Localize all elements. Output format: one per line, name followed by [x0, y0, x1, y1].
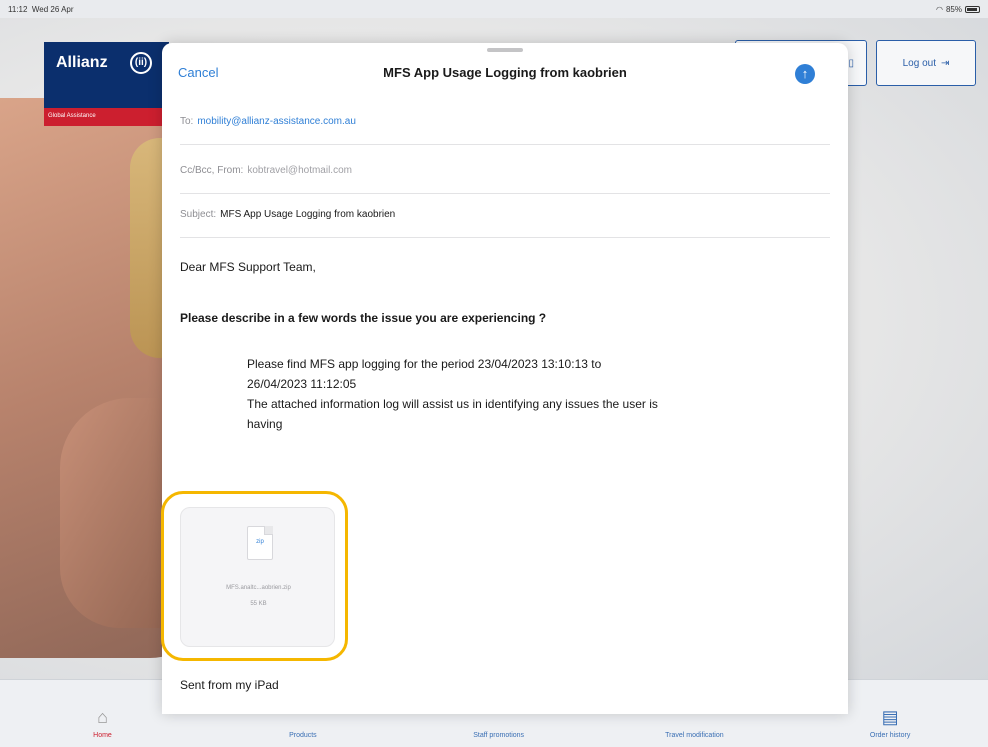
- email-signature[interactable]: Sent from my iPad: [180, 678, 279, 692]
- paragraph-line-1: Please find MFS app logging for the peri…: [247, 357, 602, 371]
- tab-staff-promotions-label: Staff promotions: [473, 732, 525, 739]
- tab-order-history-label: Order history: [869, 732, 911, 739]
- status-date: Wed 26 Apr: [31, 4, 74, 14]
- status-right: ◠ 85%: [936, 5, 980, 14]
- body-greeting[interactable]: Dear MFS Support Team,: [180, 260, 316, 274]
- allianz-logo: Allianz (ii) Global Assistance: [44, 42, 169, 126]
- cc-from-label: Cc/Bcc, From:: [180, 165, 244, 176]
- tab-travel-modification-label: Travel modification: [665, 732, 724, 739]
- home-icon: ⌂: [97, 707, 108, 727]
- status-time: 11:12: [8, 4, 28, 14]
- subject-field[interactable]: Subject: MFS App Usage Logging from kaob…: [180, 192, 830, 238]
- tab-home-label: Home: [93, 732, 112, 739]
- paragraph-line-2: 26/04/2023 11:12:05: [247, 377, 357, 391]
- logo-emblem-icon: (ii): [130, 52, 152, 74]
- wifi-icon: ◠: [936, 4, 943, 14]
- subject-label: Subject:: [180, 209, 217, 220]
- logout-label: Log out: [902, 57, 936, 69]
- compose-header: Cancel MFS App Usage Logging from kaobri…: [162, 43, 848, 107]
- logo-wordmark: Allianz: [56, 54, 108, 71]
- from-address[interactable]: kobtravel@hotmail.com: [247, 165, 352, 176]
- logout-icon: ⇥: [940, 57, 950, 69]
- tab-products-label: Products: [289, 732, 317, 739]
- battery-icon: [965, 5, 980, 13]
- compose-title: MFS App Usage Logging from kaobrien: [383, 65, 627, 80]
- book-icon: ▤: [881, 707, 899, 727]
- subject-value[interactable]: MFS App Usage Logging from kaobrien: [220, 209, 395, 220]
- status-bar: 11:12 Wed 26 Apr ◠ 85%: [0, 0, 988, 18]
- attachment-highlight-outline: [161, 491, 348, 661]
- body-question[interactable]: Please describe in a few words the issue…: [180, 311, 546, 325]
- paragraph-line-4: having: [247, 417, 283, 431]
- cc-from-field[interactable]: Cc/Bcc, From: kobtravel@hotmail.com: [180, 148, 830, 194]
- logout-button[interactable]: Log out ⇥: [876, 40, 976, 86]
- to-field[interactable]: To: mobility@allianz-assistance.com.au: [180, 99, 830, 145]
- battery-percent: 85%: [945, 4, 962, 14]
- send-button[interactable]: ↑: [795, 64, 815, 84]
- paragraph-line-3: The attached information log will assist…: [247, 397, 658, 411]
- logo-subline: Global Assistance: [44, 108, 169, 126]
- arrow-up-icon: ↑: [801, 66, 809, 81]
- body-paragraph[interactable]: Please find MFS app logging for the peri…: [247, 354, 827, 434]
- to-label: To:: [180, 116, 194, 127]
- to-recipient[interactable]: mobility@allianz-assistance.com.au: [197, 116, 356, 127]
- header-action-icon: ▯: [848, 57, 854, 69]
- status-left: 11:12 Wed 26 Apr: [8, 5, 74, 14]
